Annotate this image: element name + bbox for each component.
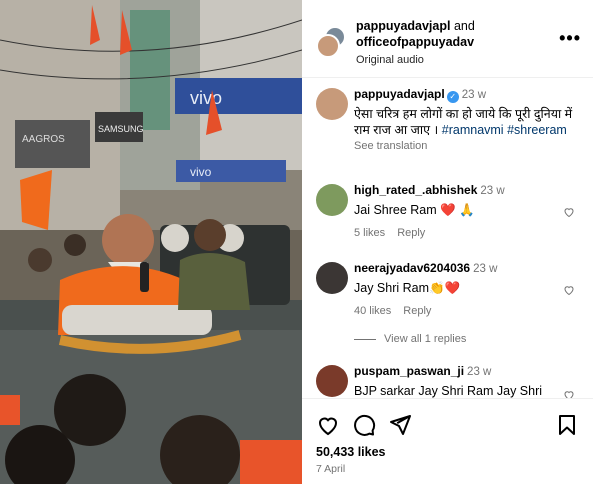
author-username-1[interactable]: pappuyadavjapl — [356, 19, 450, 33]
bookmark-icon[interactable] — [555, 413, 579, 437]
share-icon[interactable] — [388, 413, 412, 437]
vivo-sign-2-text: vivo — [190, 165, 212, 179]
caption-avatar[interactable] — [316, 88, 348, 120]
comment-username[interactable]: puspam_paswan_ji — [354, 364, 464, 378]
media-scene: vivo SAMSUNG AAGROS vivo — [0, 0, 302, 484]
heart-icon[interactable] — [563, 389, 575, 398]
view-replies-label[interactable]: View all 1 replies — [384, 333, 466, 345]
comment-username[interactable]: high_rated_.abhishek — [354, 183, 477, 197]
heart-icon[interactable] — [563, 206, 575, 218]
author-username-2[interactable]: officeofpappuyadav — [356, 34, 475, 50]
comment-likes[interactable]: 40 likes — [354, 305, 391, 317]
comments-list[interactable]: pappuyadavjapl ✓ 23 w ऐसा चरित्र हम लोगों … — [302, 80, 593, 398]
post-actions: 50,433 likes 7 April — [302, 398, 593, 484]
heart-icon[interactable] — [563, 284, 575, 296]
likes-count[interactable]: 50,433 likes — [316, 445, 386, 459]
post-header: pappuyadavjapl and officeofpappuyadav Or… — [302, 0, 593, 78]
samsung-sign-text: SAMSUNG — [98, 124, 144, 134]
avatar-pappuyadavjapl[interactable] — [316, 34, 340, 58]
caption-username[interactable]: pappuyadavjapl — [354, 87, 445, 101]
hashtag-ramnavmi[interactable]: #ramnavmi — [442, 123, 504, 137]
comment-time[interactable]: 23 w — [473, 263, 497, 275]
comment-time[interactable]: 23 w — [467, 366, 491, 378]
reply-button[interactable]: Reply — [403, 305, 431, 317]
comment-text: Jay Shri Ram👏❤️ — [354, 281, 461, 295]
verified-badge-icon: ✓ — [446, 91, 459, 103]
reply-button[interactable]: Reply — [397, 227, 425, 239]
vivo-sign-text: vivo — [190, 88, 222, 108]
more-icon[interactable]: ••• — [559, 28, 581, 49]
comment-avatar[interactable] — [316, 365, 348, 397]
collab-avatars[interactable] — [316, 26, 348, 58]
comment-meta: 5 likes Reply — [354, 225, 559, 241]
comment-text: Jai Shree Ram ❤️ 🙏 — [354, 203, 475, 217]
comment-time[interactable]: 23 w — [480, 185, 504, 197]
comment-avatar[interactable] — [316, 262, 348, 294]
see-translation-link[interactable]: See translation — [354, 138, 583, 154]
aagros-sign-text: AAGROS — [22, 134, 65, 145]
heart-icon[interactable] — [316, 413, 340, 437]
comment-meta: 40 likes Reply — [354, 303, 559, 319]
comment-icon[interactable] — [352, 413, 376, 437]
original-audio-link[interactable]: Original audio — [356, 52, 475, 68]
view-replies-button[interactable]: View all 1 replies — [354, 333, 466, 345]
post-author-block: pappuyadavjapl and officeofpappuyadav Or… — [356, 18, 475, 68]
post-media[interactable]: vivo SAMSUNG AAGROS vivo — [0, 0, 302, 484]
comment-likes[interactable]: 5 likes — [354, 227, 385, 239]
post-date[interactable]: 7 April — [316, 463, 345, 475]
comment-text: BJP sarkar Jay Shri Ram Jay Shri — [354, 384, 543, 398]
caption-time[interactable]: 23 w — [462, 89, 486, 101]
comment-username[interactable]: neerajyadav6204036 — [354, 261, 470, 275]
comment-avatar[interactable] — [316, 184, 348, 216]
post-sidebar: pappuyadavjapl and officeofpappuyadav Or… — [302, 0, 593, 484]
caption-text: ऐसा चरित्र हम लोगों का हो जाये कि पूरी द… — [354, 106, 583, 138]
author-and-text: and — [453, 19, 475, 33]
hashtag-shreeram[interactable]: #shreeram — [507, 123, 567, 137]
replies-divider — [354, 338, 376, 340]
